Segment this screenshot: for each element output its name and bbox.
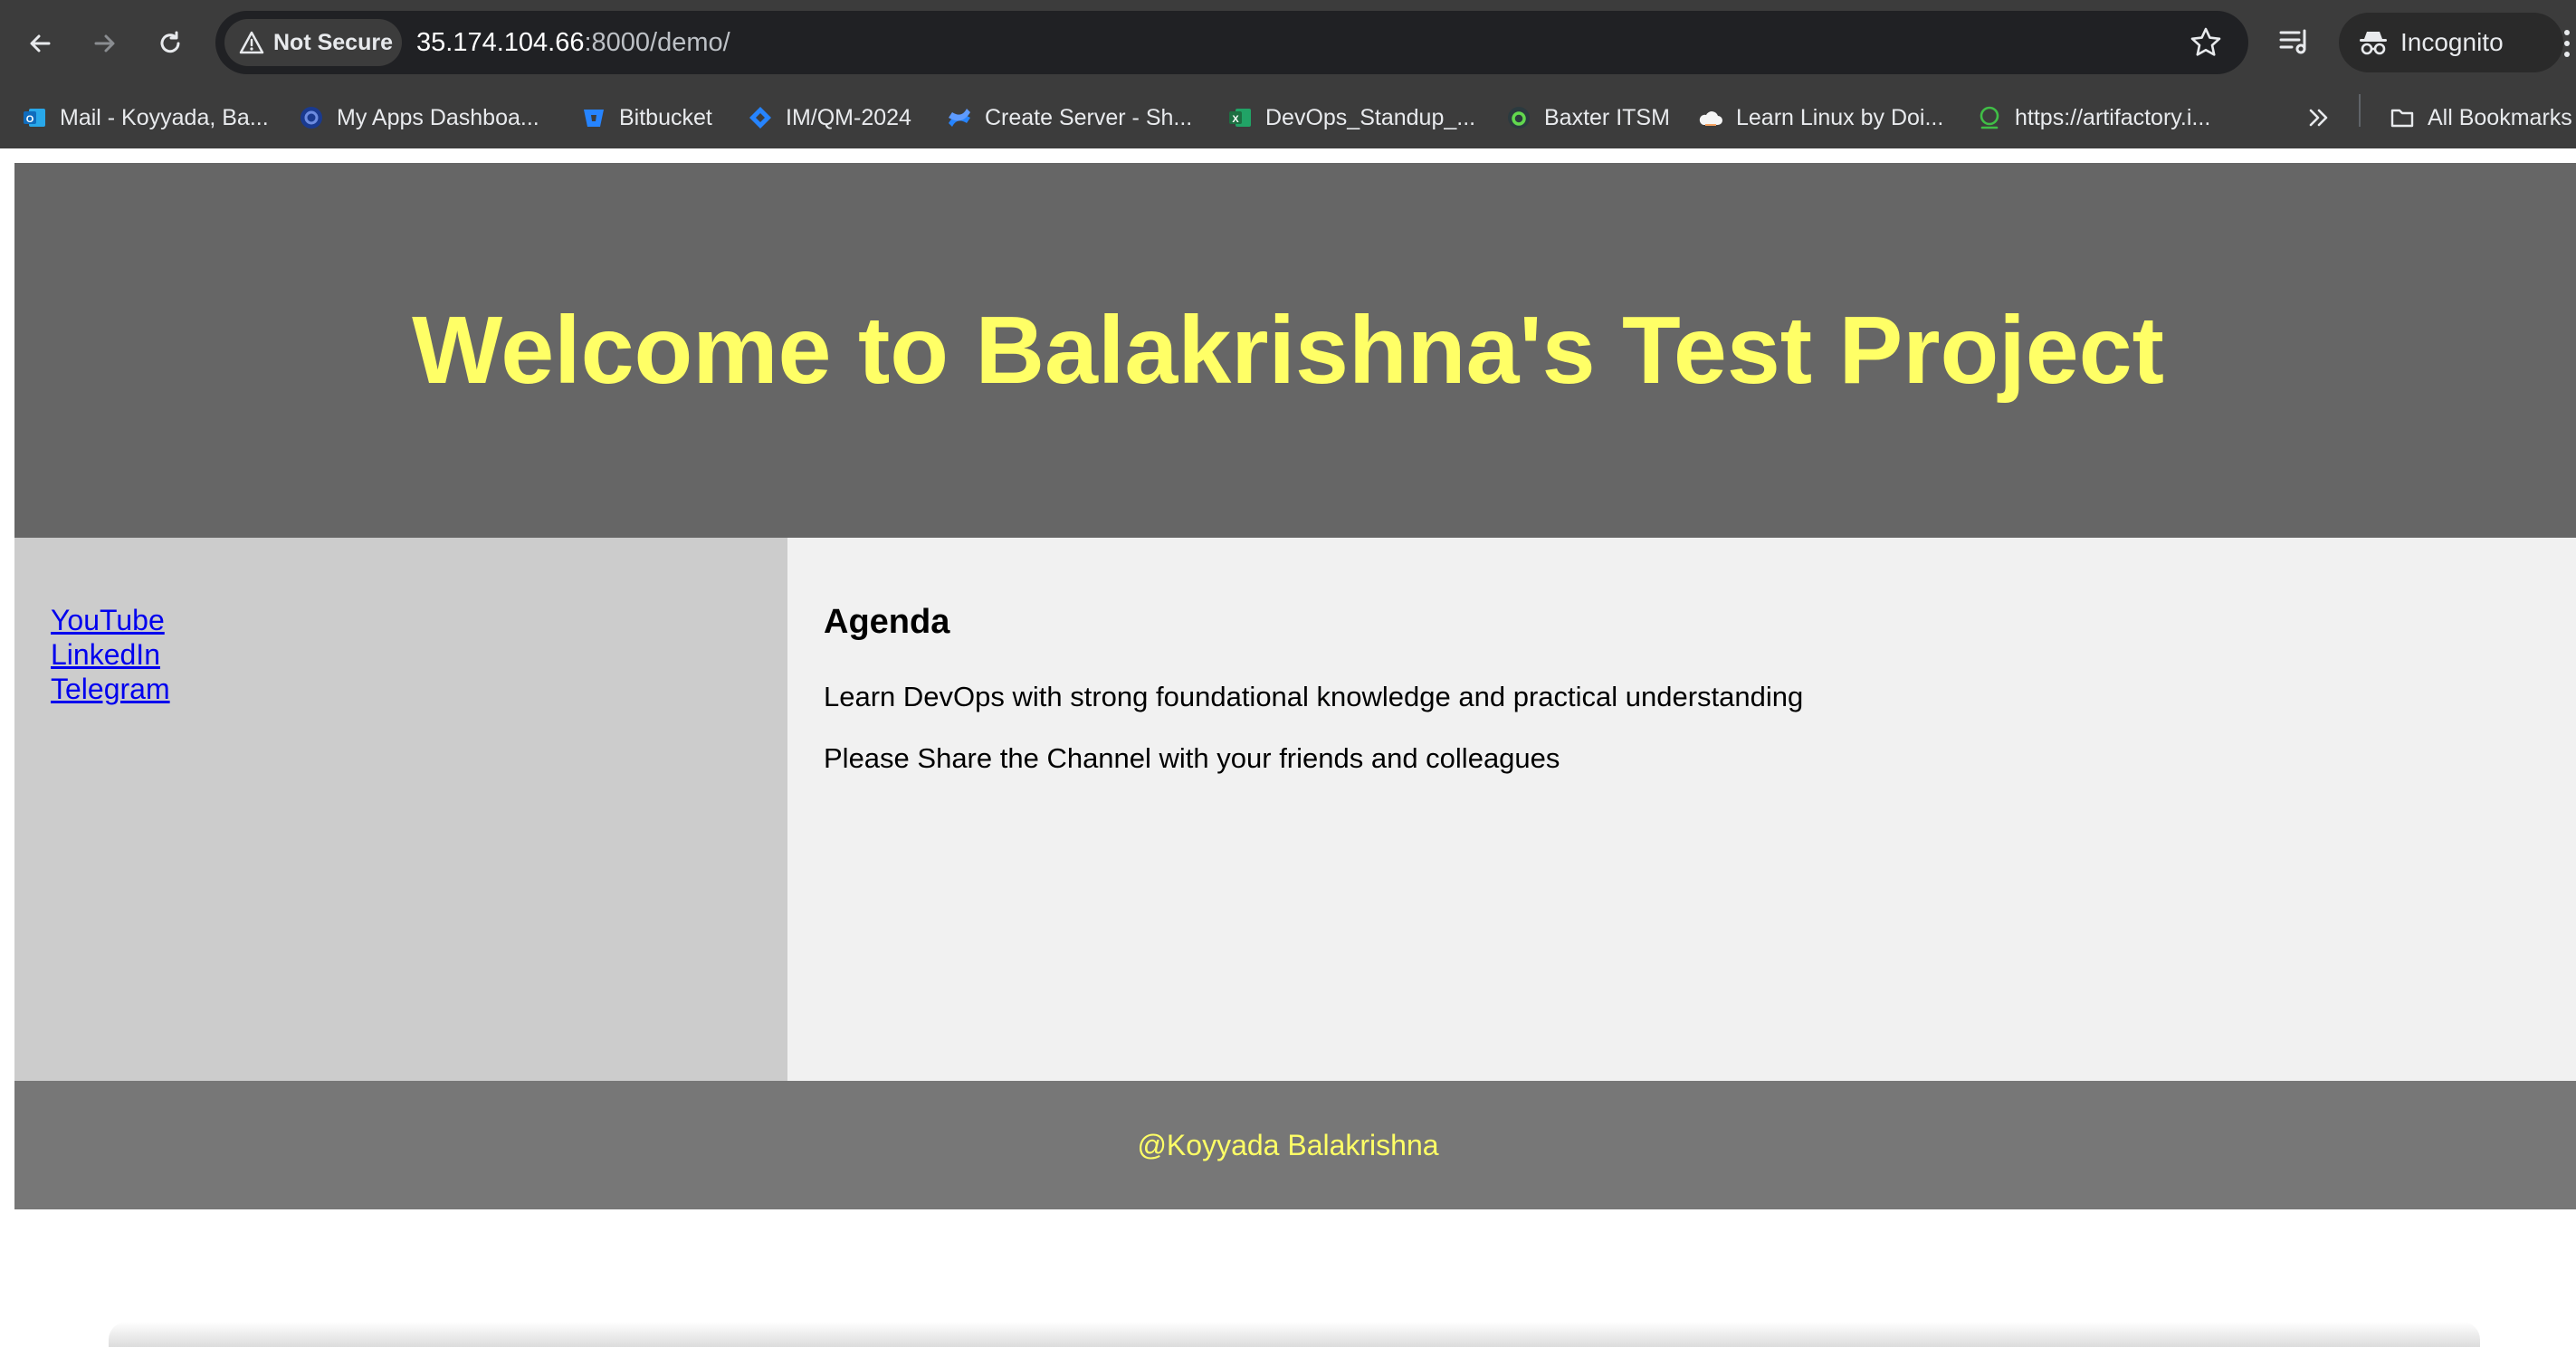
cloud-icon [1699,111,1722,126]
security-chip[interactable]: Not Secure [224,19,402,66]
bookmark-label: Learn Linux by Doi... [1736,105,1944,130]
bookmark-label: https://artifactory.i... [2015,105,2211,130]
excel-icon: X [1229,109,1251,127]
bookmark-star-icon[interactable] [2189,25,2223,60]
bookmark-label: Bitbucket [619,105,712,130]
agenda-paragraph-1: Learn DevOps with strong foundational kn… [824,681,1804,712]
main-content: Agenda Learn DevOps with strong foundati… [787,538,2576,1081]
bookmarks-bar: O Mail - Koyyada, Ba... My Apps Dashboa.… [0,87,2576,148]
bookmark-label: My Apps Dashboa... [337,105,539,130]
address-bar[interactable]: Not Secure 35.174.104.66:8000/demo/ [215,11,2248,74]
url-path: :8000/demo/ [584,28,730,57]
svg-text:O: O [26,114,34,125]
agenda-heading: Agenda [824,603,950,641]
telegram-link[interactable]: Telegram [51,672,170,706]
sidebar: YouTube LinkedIn Telegram [14,538,787,1081]
confluence-icon [949,109,970,127]
chevron-double-right-icon[interactable] [2306,107,2332,129]
bookmark-label: Create Server - Sh... [985,105,1193,130]
page-header: Welcome to Balakrishna's Test Project [14,163,2576,538]
artifactory-icon [1980,106,1999,129]
browser-toolbar: Not Secure 35.174.104.66:8000/demo/ Inco [0,0,2576,87]
page-title: Welcome to Balakrishna's Test Project [412,297,2164,404]
reload-button[interactable] [147,20,194,67]
browser-chrome: Not Secure 35.174.104.66:8000/demo/ Inco [0,0,2576,148]
jira-icon [749,107,771,129]
svg-text:X: X [1232,114,1239,125]
url-host: 35.174.104.66 [416,28,585,57]
agenda-paragraph-2: Please Share the Channel with your frien… [824,742,1560,774]
forward-arrow-icon [94,34,115,53]
more-menu-icon[interactable] [2562,27,2572,60]
okta-icon [301,107,322,129]
profile-label: Incognito [2400,28,2504,56]
window-bottom-shadow [109,1322,2480,1347]
url-text[interactable]: 35.174.104.66:8000/demo/ [416,11,730,74]
outlook-icon: O [24,109,45,127]
youtube-link[interactable]: YouTube [51,603,165,637]
security-label: Not Secure [273,30,393,55]
incognito-icon [2360,32,2387,55]
bookmark-label: IM/QM-2024 [786,105,911,130]
incognito-button[interactable]: Incognito [2339,13,2563,72]
back-button[interactable] [16,20,63,67]
bookmark-label: DevOps_Standup_... [1265,105,1476,130]
footer-text: @Koyyada Balakrishna [1137,1129,1439,1161]
bookmark-label: Baxter ITSM [1544,105,1670,130]
servicenow-icon [1508,107,1530,129]
back-arrow-icon [30,34,51,53]
linkedin-link[interactable]: LinkedIn [51,637,160,672]
page-footer: @Koyyada Balakrishna [14,1081,2576,1209]
all-bookmarks-label: All Bookmarks [2428,105,2572,130]
bookmarks-separator [2359,94,2361,127]
reading-list-icon[interactable] [2277,25,2314,62]
bitbucket-icon [584,110,604,127]
warning-triangle-icon [239,31,264,54]
folder-icon [2390,109,2414,128]
reload-icon [160,31,180,53]
forward-button[interactable] [81,20,129,67]
bookmark-label: Mail - Koyyada, Ba... [60,105,269,130]
